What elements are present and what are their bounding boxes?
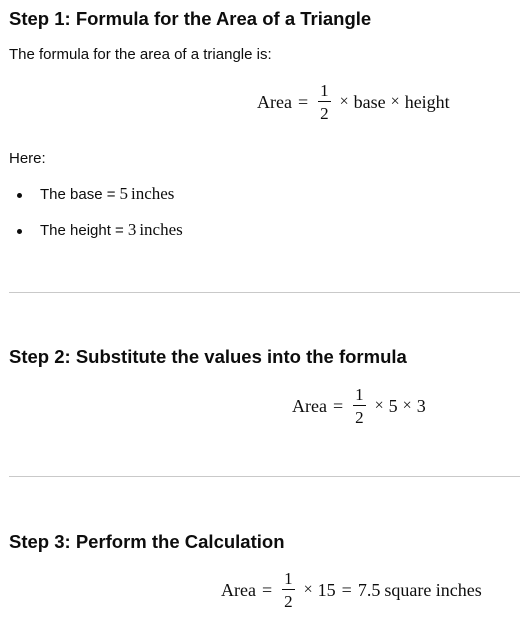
fraction-numerator: 1 (282, 569, 295, 590)
step2-heading: Step 2: Substitute the values into the f… (9, 346, 407, 367)
section-divider (9, 292, 520, 293)
fraction-numerator: 1 (318, 81, 331, 102)
given-values-list: The base = 5 inches The height = 3 inches (9, 176, 183, 248)
list-item-height: The height = 3 inches (9, 212, 183, 248)
fraction-one-half: 1 2 (353, 386, 366, 426)
list-item-unit: inches (139, 220, 183, 239)
formula-result-unit: square inches (384, 579, 482, 600)
list-item-value: 3 (127, 220, 137, 239)
calculation-formula: Area = 1 2 × 15 = 7.5 square inches (221, 570, 482, 610)
list-item-math: 5 inches (119, 184, 174, 204)
equals-sign: = (332, 395, 344, 416)
bullet-icon (17, 229, 22, 234)
times-sign: × (303, 581, 313, 598)
formula-term-height: height (404, 91, 450, 112)
formula-product: 15 (317, 579, 336, 600)
list-item-base: The base = 5 inches (9, 176, 183, 212)
list-item-value: 5 (119, 184, 128, 203)
times-sign: × (339, 93, 349, 110)
equals-sign: = (341, 579, 352, 600)
fraction-denominator: 2 (320, 104, 329, 123)
formula-result: 7.5 (357, 579, 381, 600)
times-sign: × (374, 397, 384, 414)
list-item-unit: inches (130, 184, 175, 203)
fraction-denominator: 2 (284, 592, 293, 611)
here-label: Here: (9, 150, 46, 167)
step1-intro: The formula for the area of a triangle i… (9, 46, 272, 63)
times-sign: × (390, 93, 400, 110)
substituted-formula: Area = 1 2 × 5 × 3 (292, 386, 426, 426)
step3-heading: Step 3: Perform the Calculation (9, 531, 285, 552)
equals-sign: = (261, 579, 273, 600)
formula-term-height-value: 3 (416, 395, 426, 416)
fraction-one-half: 1 2 (318, 82, 331, 122)
list-item-math: 3 inches (128, 220, 183, 240)
bullet-icon (17, 193, 22, 198)
formula-term-base-value: 5 (388, 395, 398, 416)
formula-lhs: Area (257, 91, 292, 112)
step1-heading: Step 1: Formula for the Area of a Triang… (9, 8, 372, 29)
fraction-one-half: 1 2 (282, 570, 295, 610)
section-divider (9, 476, 520, 477)
formula-lhs: Area (292, 395, 327, 416)
times-sign: × (402, 397, 412, 414)
fraction-numerator: 1 (353, 385, 366, 406)
area-formula: Area = 1 2 × base × height (257, 82, 450, 122)
equals-sign: = (297, 91, 309, 112)
list-item-label: The height = (40, 221, 124, 239)
formula-term-base: base (353, 91, 386, 112)
formula-lhs: Area (221, 579, 256, 600)
fraction-denominator: 2 (355, 408, 364, 427)
list-item-label: The base = (40, 185, 116, 203)
